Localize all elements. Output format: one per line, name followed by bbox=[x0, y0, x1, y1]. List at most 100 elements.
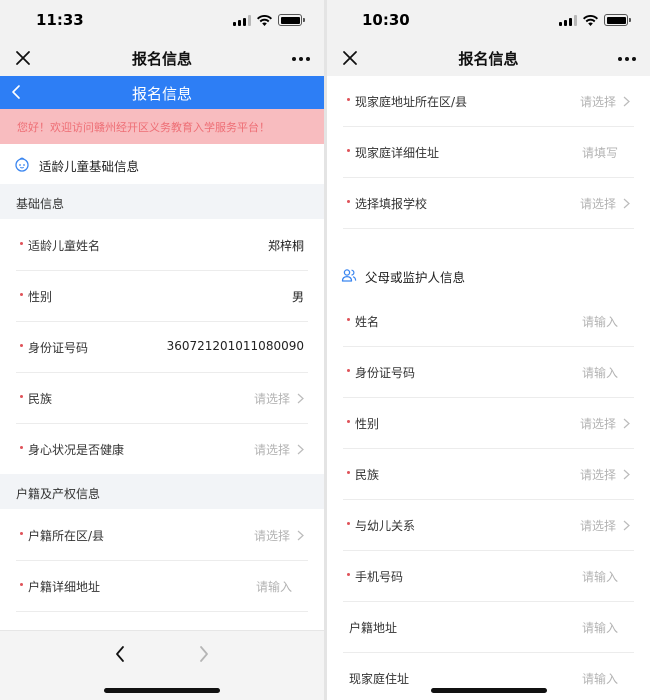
required-dot bbox=[347, 573, 350, 576]
title-bar: 报名信息 bbox=[0, 40, 324, 76]
field-placeholder: 请选择 bbox=[253, 443, 290, 457]
field-value: 360721201011080090 bbox=[166, 339, 304, 353]
field-guardian-ethnicity[interactable]: 民族 请选择 bbox=[343, 449, 634, 500]
required-dot bbox=[347, 420, 350, 423]
field-label: 民族 bbox=[355, 468, 380, 482]
field-current-address[interactable]: 现家庭详细住址 请填写 bbox=[343, 127, 634, 178]
required-dot bbox=[20, 344, 23, 347]
chevron-right-icon bbox=[623, 469, 630, 480]
field-placeholder: 请选择 bbox=[579, 468, 616, 482]
field-label: 户籍地址 bbox=[349, 621, 398, 635]
required-dot bbox=[347, 471, 350, 474]
field-placeholder: 请选择 bbox=[579, 95, 616, 109]
field-ethnicity[interactable]: 民族 请选择 bbox=[16, 373, 308, 424]
field-value: 郑梓桐 bbox=[267, 239, 304, 253]
field-select-school[interactable]: 选择填报学校 请选择 bbox=[343, 178, 634, 229]
status-time: 11:33 bbox=[36, 11, 84, 29]
field-label: 民族 bbox=[28, 392, 53, 406]
field-placeholder: 请输入 bbox=[255, 580, 292, 594]
field-placeholder: 请选择 bbox=[579, 519, 616, 533]
field-label: 身份证号码 bbox=[355, 366, 416, 380]
field-id-number[interactable]: 身份证号码 360721201011080090 bbox=[16, 322, 308, 373]
blue-header: 报名信息 bbox=[0, 76, 324, 109]
field-gender[interactable]: 性别 男 bbox=[16, 271, 308, 322]
field-label: 选择填报学校 bbox=[355, 197, 428, 211]
field-placeholder: 请选择 bbox=[579, 197, 616, 211]
group-household-info: 户籍及产权信息 bbox=[0, 474, 324, 509]
field-placeholder: 请输入 bbox=[581, 366, 618, 380]
field-placeholder: 请填写 bbox=[581, 146, 618, 160]
field-placeholder: 请输入 bbox=[581, 315, 618, 329]
section-title: 适龄儿童基础信息 bbox=[39, 159, 140, 174]
section-title: 父母或监护人信息 bbox=[365, 270, 466, 285]
section-guardian-info: 父母或监护人信息 bbox=[327, 255, 650, 295]
field-placeholder: 请输入 bbox=[581, 570, 618, 584]
field-guardian-gender[interactable]: 性别 请选择 bbox=[343, 398, 634, 449]
header-title: 报名信息 bbox=[131, 85, 192, 103]
section-child-info: 适龄儿童基础信息 bbox=[0, 144, 324, 184]
field-child-name[interactable]: 适龄儿童姓名 郑梓桐 bbox=[16, 220, 308, 271]
field-label: 户籍所在区/县 bbox=[28, 529, 105, 543]
field-placeholder: 请选择 bbox=[253, 392, 290, 406]
field-label: 身份证号码 bbox=[28, 341, 89, 355]
field-label: 适龄儿童姓名 bbox=[28, 239, 101, 253]
wifi-icon bbox=[583, 14, 598, 26]
signal-icon bbox=[233, 14, 251, 26]
wifi-icon bbox=[257, 14, 272, 26]
left-phone-screen: 11:33 报名信息 报名信息 您好！欢迎访问赣州经开区义务教育入学服务平台！ … bbox=[0, 0, 324, 700]
field-label: 与幼儿关系 bbox=[355, 519, 416, 533]
field-label: 姓名 bbox=[355, 315, 380, 329]
field-label: 现家庭地址所在区/县 bbox=[355, 95, 468, 109]
field-placeholder: 请输入 bbox=[581, 621, 618, 635]
field-relationship[interactable]: 与幼儿关系 请选择 bbox=[343, 500, 634, 551]
battery-icon bbox=[278, 14, 305, 26]
right-phone-screen: 10:30 报名信息 现家庭地址所在区/县 请选择 现家庭详细住址 请填写 选择… bbox=[327, 0, 650, 700]
home-indicator[interactable] bbox=[104, 688, 220, 693]
signal-icon bbox=[559, 14, 577, 26]
required-dot bbox=[20, 395, 23, 398]
field-placeholder: 请选择 bbox=[579, 417, 616, 431]
required-dot bbox=[20, 446, 23, 449]
field-label: 身心状况是否健康 bbox=[28, 443, 125, 457]
field-phone[interactable]: 手机号码 请输入 bbox=[343, 551, 634, 602]
field-label: 性别 bbox=[355, 417, 380, 431]
battery-icon bbox=[604, 14, 631, 26]
required-dot bbox=[347, 149, 350, 152]
browser-nav-bar bbox=[0, 630, 324, 700]
chevron-right-icon bbox=[623, 418, 630, 429]
field-label: 现家庭住址 bbox=[349, 672, 410, 686]
status-bar: 11:33 bbox=[0, 0, 324, 40]
welcome-notice: 您好！欢迎访问赣州经开区义务教育入学服务平台！ bbox=[0, 109, 324, 144]
forward-arrow-icon[interactable] bbox=[197, 644, 211, 664]
chevron-right-icon bbox=[623, 96, 630, 107]
required-dot bbox=[347, 522, 350, 525]
page-title: 报名信息 bbox=[131, 50, 192, 68]
chevron-right-icon bbox=[623, 198, 630, 209]
required-dot bbox=[20, 293, 23, 296]
required-dot bbox=[20, 583, 23, 586]
more-icon[interactable] bbox=[292, 57, 310, 61]
required-dot bbox=[20, 242, 23, 245]
back-arrow-icon[interactable] bbox=[113, 644, 127, 664]
title-bar: 报名信息 bbox=[327, 40, 650, 76]
field-health[interactable]: 身心状况是否健康 请选择 bbox=[16, 424, 308, 475]
required-dot bbox=[20, 532, 23, 535]
page-title: 报名信息 bbox=[458, 50, 519, 68]
more-icon[interactable] bbox=[618, 57, 636, 61]
required-dot bbox=[347, 369, 350, 372]
field-household-address[interactable]: 户籍地址 请输入 bbox=[343, 602, 634, 653]
chevron-right-icon bbox=[297, 393, 304, 404]
child-icon bbox=[15, 157, 29, 172]
field-guardian-id[interactable]: 身份证号码 请输入 bbox=[343, 347, 634, 398]
field-value: 男 bbox=[291, 290, 304, 304]
field-guardian-name[interactable]: 姓名 请输入 bbox=[343, 296, 634, 347]
field-current-district[interactable]: 现家庭地址所在区/县 请选择 bbox=[343, 76, 634, 127]
field-label: 户籍详细地址 bbox=[28, 580, 101, 594]
status-icons bbox=[233, 14, 305, 26]
field-household-address[interactable]: 户籍详细地址 请输入 bbox=[16, 561, 308, 612]
field-placeholder: 请输入 bbox=[581, 672, 618, 686]
chevron-right-icon bbox=[623, 520, 630, 531]
field-household-district[interactable]: 户籍所在区/县 请选择 bbox=[16, 510, 308, 561]
field-placeholder: 请选择 bbox=[253, 529, 290, 543]
home-indicator[interactable] bbox=[430, 688, 547, 693]
